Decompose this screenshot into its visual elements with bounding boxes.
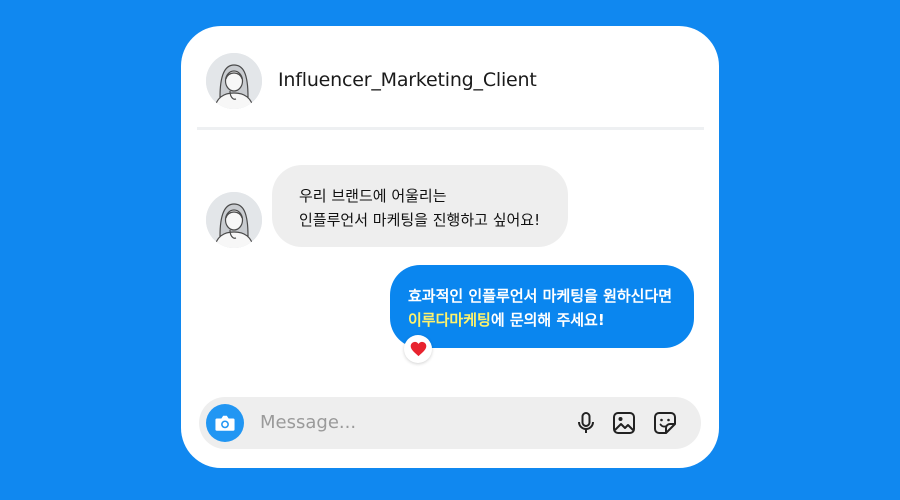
incoming-message-line: 우리 브랜드에 어울리는 — [299, 187, 447, 205]
gallery-icon — [613, 412, 635, 434]
message-reaction[interactable] — [404, 335, 432, 363]
outgoing-message-text: 에 문의해 주세요! — [490, 311, 605, 329]
header-divider — [197, 127, 704, 130]
microphone-icon — [578, 412, 594, 433]
incoming-message-bubble[interactable]: 우리 브랜드에 어울리는 인플루언서 마케팅을 진행하고 싶어요! — [272, 165, 568, 247]
camera-icon — [215, 415, 235, 431]
avatar[interactable] — [206, 53, 262, 109]
heart-icon — [410, 341, 426, 357]
message-avatar[interactable] — [206, 192, 262, 248]
sticker-button[interactable] — [652, 410, 678, 436]
camera-button[interactable] — [206, 404, 244, 442]
chat-username[interactable]: Influencer_Marketing_Client — [278, 69, 537, 91]
incoming-message-line: 인플루언서 마케팅을 진행하고 싶어요! — [299, 211, 541, 229]
woman-avatar-icon — [206, 192, 262, 248]
gallery-button[interactable] — [611, 410, 637, 436]
outgoing-message-line: 이루다마케팅에 문의해 주세요! — [408, 308, 684, 332]
chat-window: Influencer_Marketing_Client 우리 브랜드에 어울리는… — [181, 26, 719, 468]
message-composer: Message... — [199, 397, 701, 449]
brand-highlight: 이루다마케팅 — [408, 311, 491, 329]
outgoing-message-line: 효과적인 인플루언서 마케팅을 원하신다면 — [408, 287, 673, 305]
outgoing-message-bubble[interactable]: 효과적인 인플루언서 마케팅을 원하신다면 이루다마케팅에 문의해 주세요! — [390, 265, 694, 348]
woman-avatar-icon — [206, 53, 262, 109]
microphone-button[interactable] — [573, 410, 599, 436]
sticker-icon — [654, 412, 676, 434]
message-input[interactable]: Message... — [260, 412, 356, 433]
